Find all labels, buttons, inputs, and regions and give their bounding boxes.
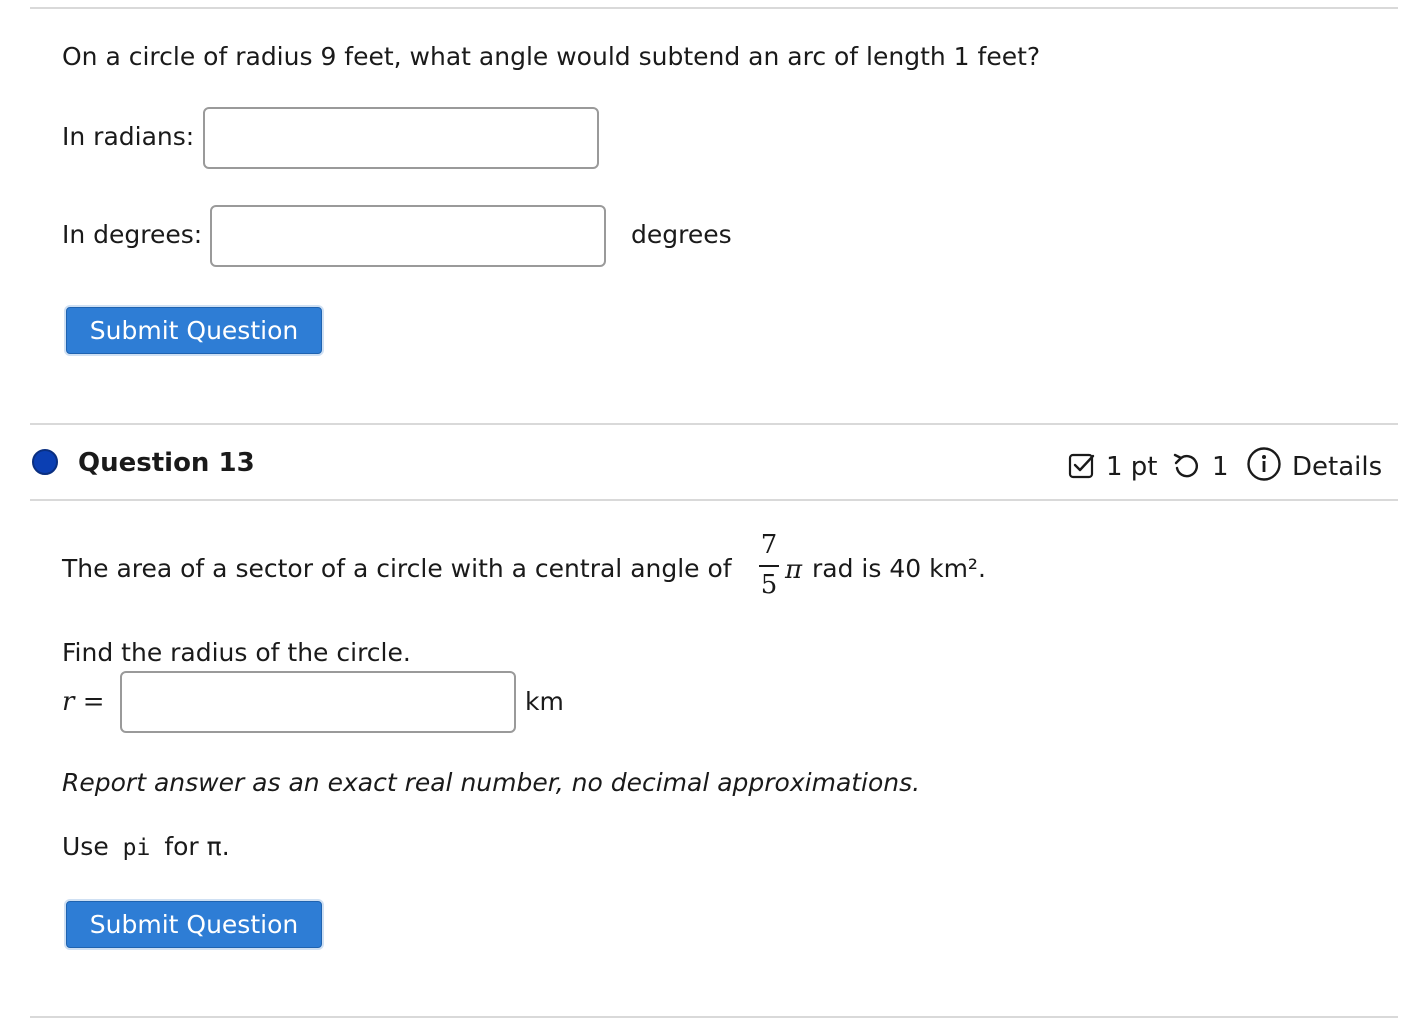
pi-hint-prefix: Use xyxy=(62,832,109,861)
checkbox-icon xyxy=(1068,452,1096,480)
divider-question-13-header xyxy=(30,499,1398,501)
radians-input[interactable] xyxy=(203,107,599,169)
fraction-denominator: 5 xyxy=(760,570,778,600)
divider-question-13-top xyxy=(30,423,1398,425)
retry-icon xyxy=(1172,452,1202,480)
find-radius-label: Find the radius of the circle. xyxy=(62,638,411,667)
answer-format-note: Report answer as an exact real number, n… xyxy=(62,768,921,797)
points-label: 1 pt xyxy=(1106,452,1158,482)
question-13-title: Question 13 xyxy=(78,448,255,478)
pi-symbol: π xyxy=(785,555,803,585)
fraction-numerator: 7 xyxy=(760,530,778,560)
pi-hint-code: pi xyxy=(122,835,151,861)
submit-question-13-button[interactable]: Submit Question xyxy=(66,901,322,948)
angle-fraction: 7 5 xyxy=(757,530,781,606)
r-equals-label: r = xyxy=(62,687,105,717)
question-status-dot xyxy=(32,449,58,475)
divider-bottom xyxy=(30,1016,1398,1018)
degrees-label: In degrees: xyxy=(62,220,203,249)
degrees-unit-label: degrees xyxy=(631,220,732,249)
attempts-count: 1 xyxy=(1212,452,1229,482)
pi-hint: Use pi for π. xyxy=(62,831,230,864)
question-13-prompt-end: rad is 40 km². xyxy=(812,554,986,583)
question-12-prompt: On a circle of radius 9 feet, what angle… xyxy=(62,42,1041,71)
details-link[interactable]: Details xyxy=(1292,451,1382,483)
degrees-input[interactable] xyxy=(210,205,606,267)
radians-label: In radians: xyxy=(62,122,195,151)
divider-top xyxy=(30,7,1398,9)
submit-question-button[interactable]: Submit Question xyxy=(66,307,322,354)
fraction-bar xyxy=(759,565,779,567)
radius-input[interactable] xyxy=(120,671,516,733)
question-13-prompt-start: The area of a sector of a circle with a … xyxy=(62,554,732,583)
info-icon[interactable] xyxy=(1246,446,1282,482)
pi-hint-suffix: for π. xyxy=(164,832,230,861)
radius-unit-label: km xyxy=(525,687,564,716)
